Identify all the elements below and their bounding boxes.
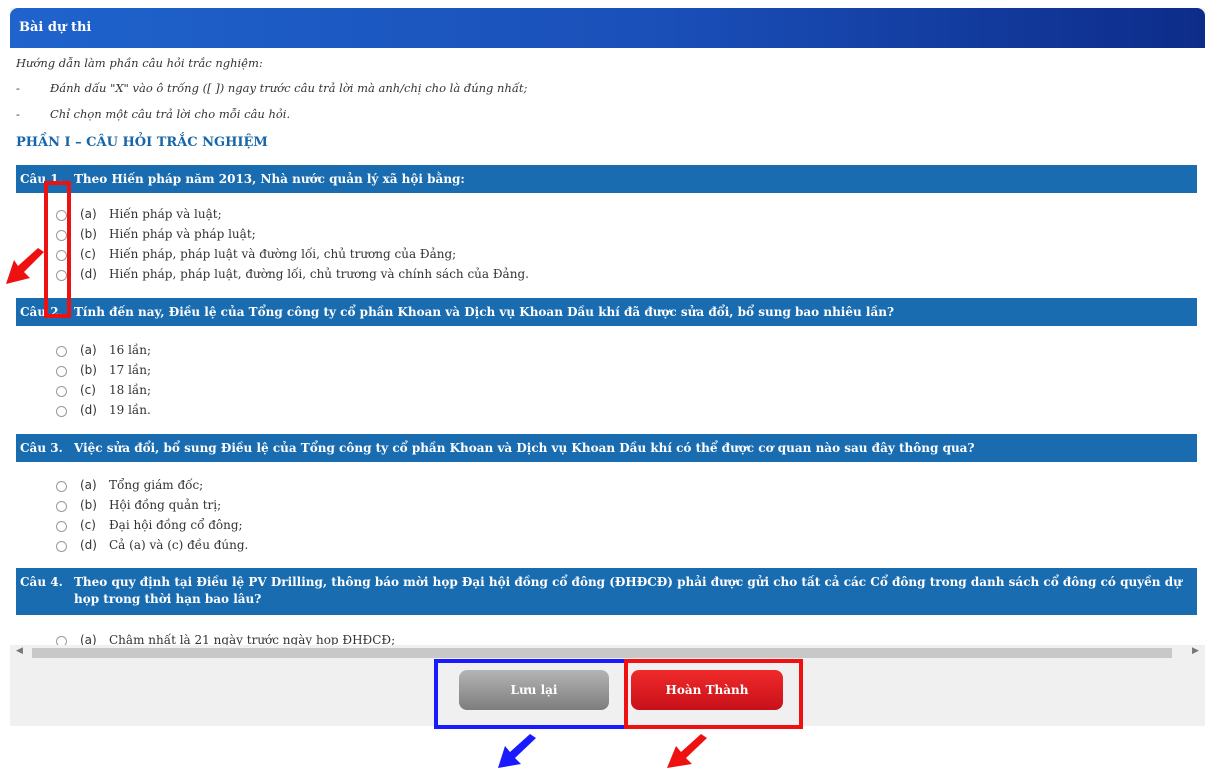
panel-header: Bài dự thi: [10, 8, 1205, 48]
radio-column-highlight-box: [44, 181, 71, 318]
question-text: Tính đến nay, Điều lệ của Tổng công ty c…: [74, 305, 894, 319]
question-text: Theo quy định tại Điều lệ PV Drilling, t…: [74, 575, 1182, 606]
scroll-left-arrow-icon[interactable]: ◀: [16, 646, 23, 656]
option-letter: (b): [80, 227, 97, 241]
radio-button[interactable]: [56, 481, 67, 492]
question-header: Câu 4. Theo quy định tại Điều lệ PV Dril…: [16, 568, 1197, 615]
option-letter: (a): [80, 343, 97, 357]
option-text: Tổng giám đốc;: [109, 478, 204, 492]
option-text: Hiến pháp, pháp luật và đường lối, chủ t…: [109, 247, 457, 261]
panel-title: Bài dự thi: [19, 20, 92, 35]
option-text: Chậm nhất là 21 ngày trước ngày họp ĐHĐC…: [109, 633, 396, 645]
option-text: Hiến pháp, pháp luật, đường lối, chủ trư…: [109, 267, 529, 281]
option-text: Hội đồng quản trị;: [109, 498, 222, 512]
option-letter: (c): [80, 247, 96, 261]
option-text: 19 lần.: [109, 403, 151, 417]
radio-button[interactable]: [56, 541, 67, 552]
option-letter: (a): [80, 478, 97, 492]
radio-button[interactable]: [56, 346, 67, 357]
radio-button[interactable]: [56, 366, 67, 377]
red-arrow-icon: [667, 734, 707, 768]
radio-button[interactable]: [56, 386, 67, 397]
scrollbar-thumb[interactable]: [32, 648, 1172, 658]
exam-content[interactable]: Hướng dẫn làm phần câu hỏi trắc nghiệm: …: [10, 48, 1205, 645]
question-text: Việc sửa đổi, bổ sung Điều lệ của Tổng c…: [74, 441, 975, 455]
radio-button[interactable]: [56, 406, 67, 417]
option-letter: (a): [80, 207, 97, 221]
scroll-right-arrow-icon[interactable]: ▶: [1192, 646, 1199, 656]
exam-panel: Bài dự thi Hướng dẫn làm phần câu hỏi tr…: [10, 8, 1205, 726]
option-text: 16 lần;: [109, 343, 152, 357]
question-number: Câu 3.: [20, 441, 63, 455]
instruction-bullet: -: [16, 107, 20, 121]
option-text: Cả (a) và (c) đều đúng.: [109, 538, 249, 552]
option-text: Hiến pháp và luật;: [109, 207, 222, 221]
question-number: Câu 4.: [20, 575, 63, 589]
option-text: Đại hội đồng cổ đông;: [109, 518, 243, 532]
option-letter: (b): [80, 498, 97, 512]
red-arrow-icon: [6, 248, 44, 284]
option-text: Hiến pháp và pháp luật;: [109, 227, 256, 241]
option-letter: (a): [80, 633, 97, 645]
option-letter: (d): [80, 538, 97, 552]
instruction-item: Chỉ chọn một câu trả lời cho mỗi câu hỏi…: [50, 107, 291, 121]
question-header: Câu 3. Việc sửa đổi, bổ sung Điều lệ của…: [16, 434, 1197, 462]
instructions-heading: Hướng dẫn làm phần câu hỏi trắc nghiệm:: [16, 56, 263, 70]
question-text: Theo Hiến pháp năm 2013, Nhà nước quản l…: [74, 172, 465, 186]
question-header: Câu 2. Tính đến nay, Điều lệ của Tổng cô…: [16, 298, 1197, 326]
question-header: Câu 1. Theo Hiến pháp năm 2013, Nhà nước…: [16, 165, 1197, 193]
section-title: PHẦN I – CÂU HỎI TRẮC NGHIỆM: [16, 135, 268, 150]
radio-button[interactable]: [56, 636, 67, 645]
instruction-bullet: -: [16, 81, 20, 95]
option-letter: (b): [80, 363, 97, 377]
option-letter: (d): [80, 403, 97, 417]
option-text: 18 lần;: [109, 383, 152, 397]
save-button-highlight-box: [434, 659, 628, 729]
blue-arrow-icon: [498, 734, 536, 768]
option-letter: (c): [80, 383, 96, 397]
option-letter: (c): [80, 518, 96, 532]
radio-button[interactable]: [56, 521, 67, 532]
option-letter: (d): [80, 267, 97, 281]
radio-button[interactable]: [56, 501, 67, 512]
horizontal-scrollbar[interactable]: ◀ ▶: [10, 645, 1205, 659]
finish-button-highlight-box: [624, 659, 803, 729]
instruction-item: Đánh dấu "X" vào ô trống ([ ]) ngay trướ…: [50, 81, 528, 95]
option-text: 17 lần;: [109, 363, 152, 377]
